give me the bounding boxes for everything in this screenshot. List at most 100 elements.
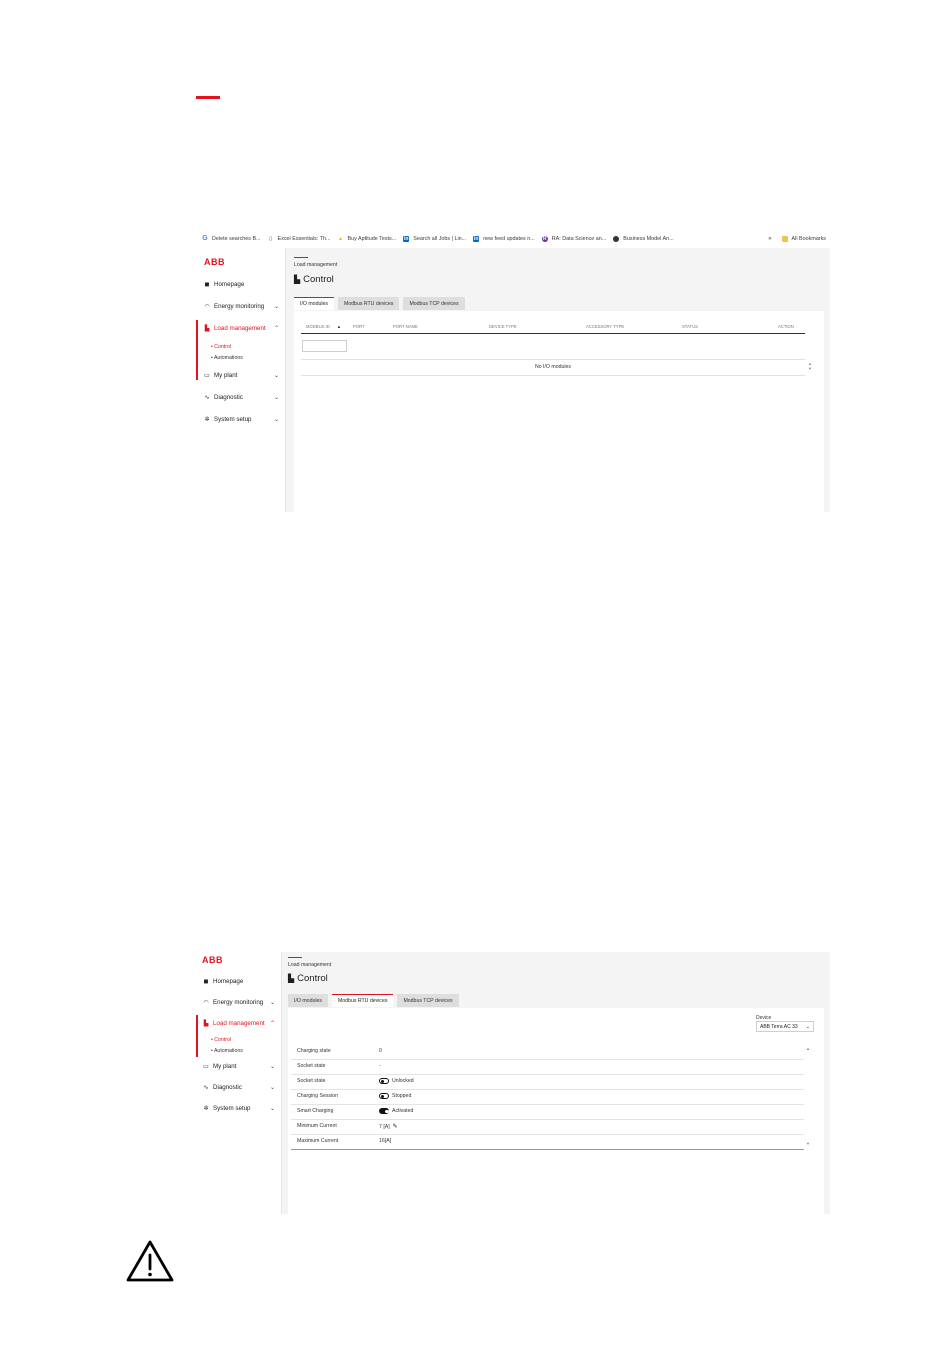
smart-charging-toggle[interactable] xyxy=(379,1108,389,1114)
gauge-icon: ◠ xyxy=(204,304,210,310)
gauge-icon: ◠ xyxy=(203,1000,209,1006)
sidebar-item-my-plant[interactable]: ▭ My plant ⌄ xyxy=(196,1063,281,1070)
abb-logo: ABB xyxy=(204,257,225,267)
sidebar-item-homepage[interactable]: ◼ Homepage xyxy=(196,978,281,985)
sidebar-item-load-management[interactable]: ▙ Load management ⌃ xyxy=(196,325,285,332)
row-divider xyxy=(301,375,805,376)
gear-icon: ✲ xyxy=(203,1106,209,1112)
sidebar: ABB ◼ Homepage ◠ Energy monitoring ⌄ ▙ Load … xyxy=(196,952,282,1214)
bookmark-item[interactable]: Business Model An... xyxy=(613,236,674,242)
tab-modbus-rtu[interactable]: Modbus RTU devices xyxy=(331,994,394,1007)
tab-io-modules[interactable]: I/O modules xyxy=(288,994,328,1007)
chevron-up-icon: ⌃ xyxy=(273,326,279,332)
bookmark-item[interactable]: in Search all Jobs | Lin... xyxy=(403,236,466,242)
scrollbar[interactable]: ▲ ▼ xyxy=(807,361,813,371)
column-header-port: PORT xyxy=(353,324,365,329)
sort-asc-icon: ▲ xyxy=(336,324,342,329)
chevron-down-icon: ⌄ xyxy=(269,1064,275,1070)
table-row: Charging Session Stopped xyxy=(291,1090,804,1105)
column-header-modbus-id[interactable]: MODBUS ID ▲ xyxy=(306,324,341,329)
table-row: Minimum Current 7 [A] ✎ xyxy=(291,1120,804,1135)
tab-modbus-tcp[interactable]: Modbus TCP devices xyxy=(403,297,465,310)
table-row: Socket state Unlocked xyxy=(291,1075,804,1090)
chart-icon: ▙ xyxy=(204,326,210,332)
chart-icon: ▙ xyxy=(203,1021,209,1027)
linkedin-icon: in xyxy=(473,236,480,242)
main-content: Load management ▙ Control I/O modules Mod… xyxy=(286,248,830,512)
socket-lock-toggle[interactable] xyxy=(379,1078,389,1084)
sidebar-item-diagnostic[interactable]: ∿ Diagnostic ⌄ xyxy=(196,1084,281,1091)
sidebar-subitem-control[interactable]: • Control xyxy=(211,344,231,350)
chevron-down-icon: ⌄ xyxy=(805,1023,810,1030)
modbus-id-filter-input[interactable] xyxy=(302,340,347,352)
bookmark-item[interactable]: G Delete searches B... xyxy=(202,235,260,242)
tab-io-modules[interactable]: I/O modules xyxy=(294,297,334,310)
sidebar-item-my-plant[interactable]: ▭ My plant ⌄ xyxy=(196,372,285,379)
bookmark-item[interactable]: ▯ Excel Essentials: Th... xyxy=(268,236,330,242)
table-row: Smart Charging Activated xyxy=(291,1105,804,1120)
main-content: Load management ▙ Control I/O modules Mod… xyxy=(282,952,830,1214)
table-row: Charging state 0 xyxy=(291,1045,804,1060)
document-red-rule xyxy=(196,96,220,99)
all-bookmarks-button[interactable]: All Bookmarks xyxy=(792,236,826,242)
table-row: Maximum Current 16[A] xyxy=(291,1135,804,1150)
sidebar-item-energy-monitoring[interactable]: ◠ Energy monitoring ⌄ xyxy=(196,999,281,1006)
chevron-down-icon: ⌄ xyxy=(273,395,279,401)
sidebar: ABB ◼ Homepage ◠ Energy monitoring ⌄ ▙ Load … xyxy=(196,248,286,512)
more-bookmarks-button[interactable]: » xyxy=(768,236,771,242)
chevron-up-icon: ⌃ xyxy=(269,1021,275,1027)
page-title: ▙ Control xyxy=(288,973,328,984)
table-row: Socket state - xyxy=(291,1060,804,1075)
column-header-port-name: PORT NAME xyxy=(393,324,418,329)
circle-bookmark-icon: R xyxy=(541,236,548,242)
sidebar-item-system-setup[interactable]: ✲ System setup ⌄ xyxy=(196,1105,281,1112)
chart-icon: ▙ xyxy=(294,275,301,284)
warning-icon xyxy=(126,1240,174,1282)
folder-icon xyxy=(781,236,788,242)
edit-pencil-icon[interactable]: ✎ xyxy=(393,1123,398,1130)
bookmark-item[interactable]: ▲ Buy Aptitude Tests... xyxy=(337,236,396,242)
pulse-icon: ∿ xyxy=(204,395,210,401)
column-header-accessory-type: ACCESSORY TYPE xyxy=(586,324,625,329)
column-header-status: STATUS xyxy=(682,324,698,329)
chevron-down-icon: ⌄ xyxy=(269,1106,275,1112)
tab-modbus-rtu[interactable]: Modbus RTU devices xyxy=(337,297,400,310)
io-modules-panel: MODBUS ID ▲ PORT PORT NAME DEVICE TYPE A… xyxy=(294,311,824,512)
sidebar-subitem-control[interactable]: • Control xyxy=(211,1037,231,1043)
device-select[interactable]: ABB Terra AC 33 ⌄ xyxy=(756,1021,814,1032)
breadcrumb[interactable]: Load management xyxy=(294,262,337,268)
empty-state-message: No I/O modules xyxy=(534,364,572,370)
sidebar-item-load-management[interactable]: ▙ Load management ⌃ xyxy=(196,1020,281,1027)
pulse-icon: ∿ xyxy=(203,1085,209,1091)
chevron-down-icon: ⌄ xyxy=(273,373,279,379)
chart-icon: ▙ xyxy=(288,974,295,983)
breadcrumb[interactable]: Load management xyxy=(288,962,331,968)
sidebar-subitem-automations[interactable]: • Automations xyxy=(211,355,243,361)
globe-icon xyxy=(613,236,620,242)
row-divider xyxy=(301,359,805,360)
bookmark-icon: ▯ xyxy=(269,236,272,242)
chevron-down-icon: ⌄ xyxy=(273,417,279,423)
bookmark-item[interactable]: R RA: Data Science an... xyxy=(541,236,606,242)
monitor-icon: ▭ xyxy=(203,1064,209,1070)
sidebar-item-diagnostic[interactable]: ∿ Diagnostic ⌄ xyxy=(196,394,285,401)
modbus-rtu-panel: Device ABB Terra AC 33 ⌄ Charging state 0… xyxy=(288,1008,824,1214)
sidebar-item-system-setup[interactable]: ✲ System setup ⌄ xyxy=(196,416,285,423)
bookmarks-bar: G Delete searches B... ▯ Excel Essentials:… xyxy=(196,230,830,248)
sidebar-item-energy-monitoring[interactable]: ◠ Energy monitoring ⌄ xyxy=(196,303,285,310)
sidebar-item-homepage[interactable]: ◼ Homepage xyxy=(196,281,285,288)
screenshot-io-modules: G Delete searches B... ▯ Excel Essentials:… xyxy=(196,230,830,512)
sidebar-subitem-automations[interactable]: • Automations xyxy=(211,1048,243,1054)
scrollbar[interactable]: ▲ ▼ xyxy=(805,1046,811,1150)
bookmark-item[interactable]: in new feed updates n... xyxy=(473,236,535,242)
header-divider xyxy=(301,333,805,334)
page-title: ▙ Control xyxy=(294,274,334,285)
linkedin-icon: in xyxy=(403,236,410,242)
warning-bookmark-icon: ▲ xyxy=(338,236,343,242)
breadcrumb-rule xyxy=(294,257,308,258)
charging-session-toggle[interactable] xyxy=(379,1093,389,1099)
tab-modbus-tcp[interactable]: Modbus TCP devices xyxy=(397,994,459,1007)
chevron-down-icon: ⌄ xyxy=(269,1085,275,1091)
home-icon: ◼ xyxy=(204,282,210,288)
breadcrumb-rule xyxy=(288,957,302,958)
